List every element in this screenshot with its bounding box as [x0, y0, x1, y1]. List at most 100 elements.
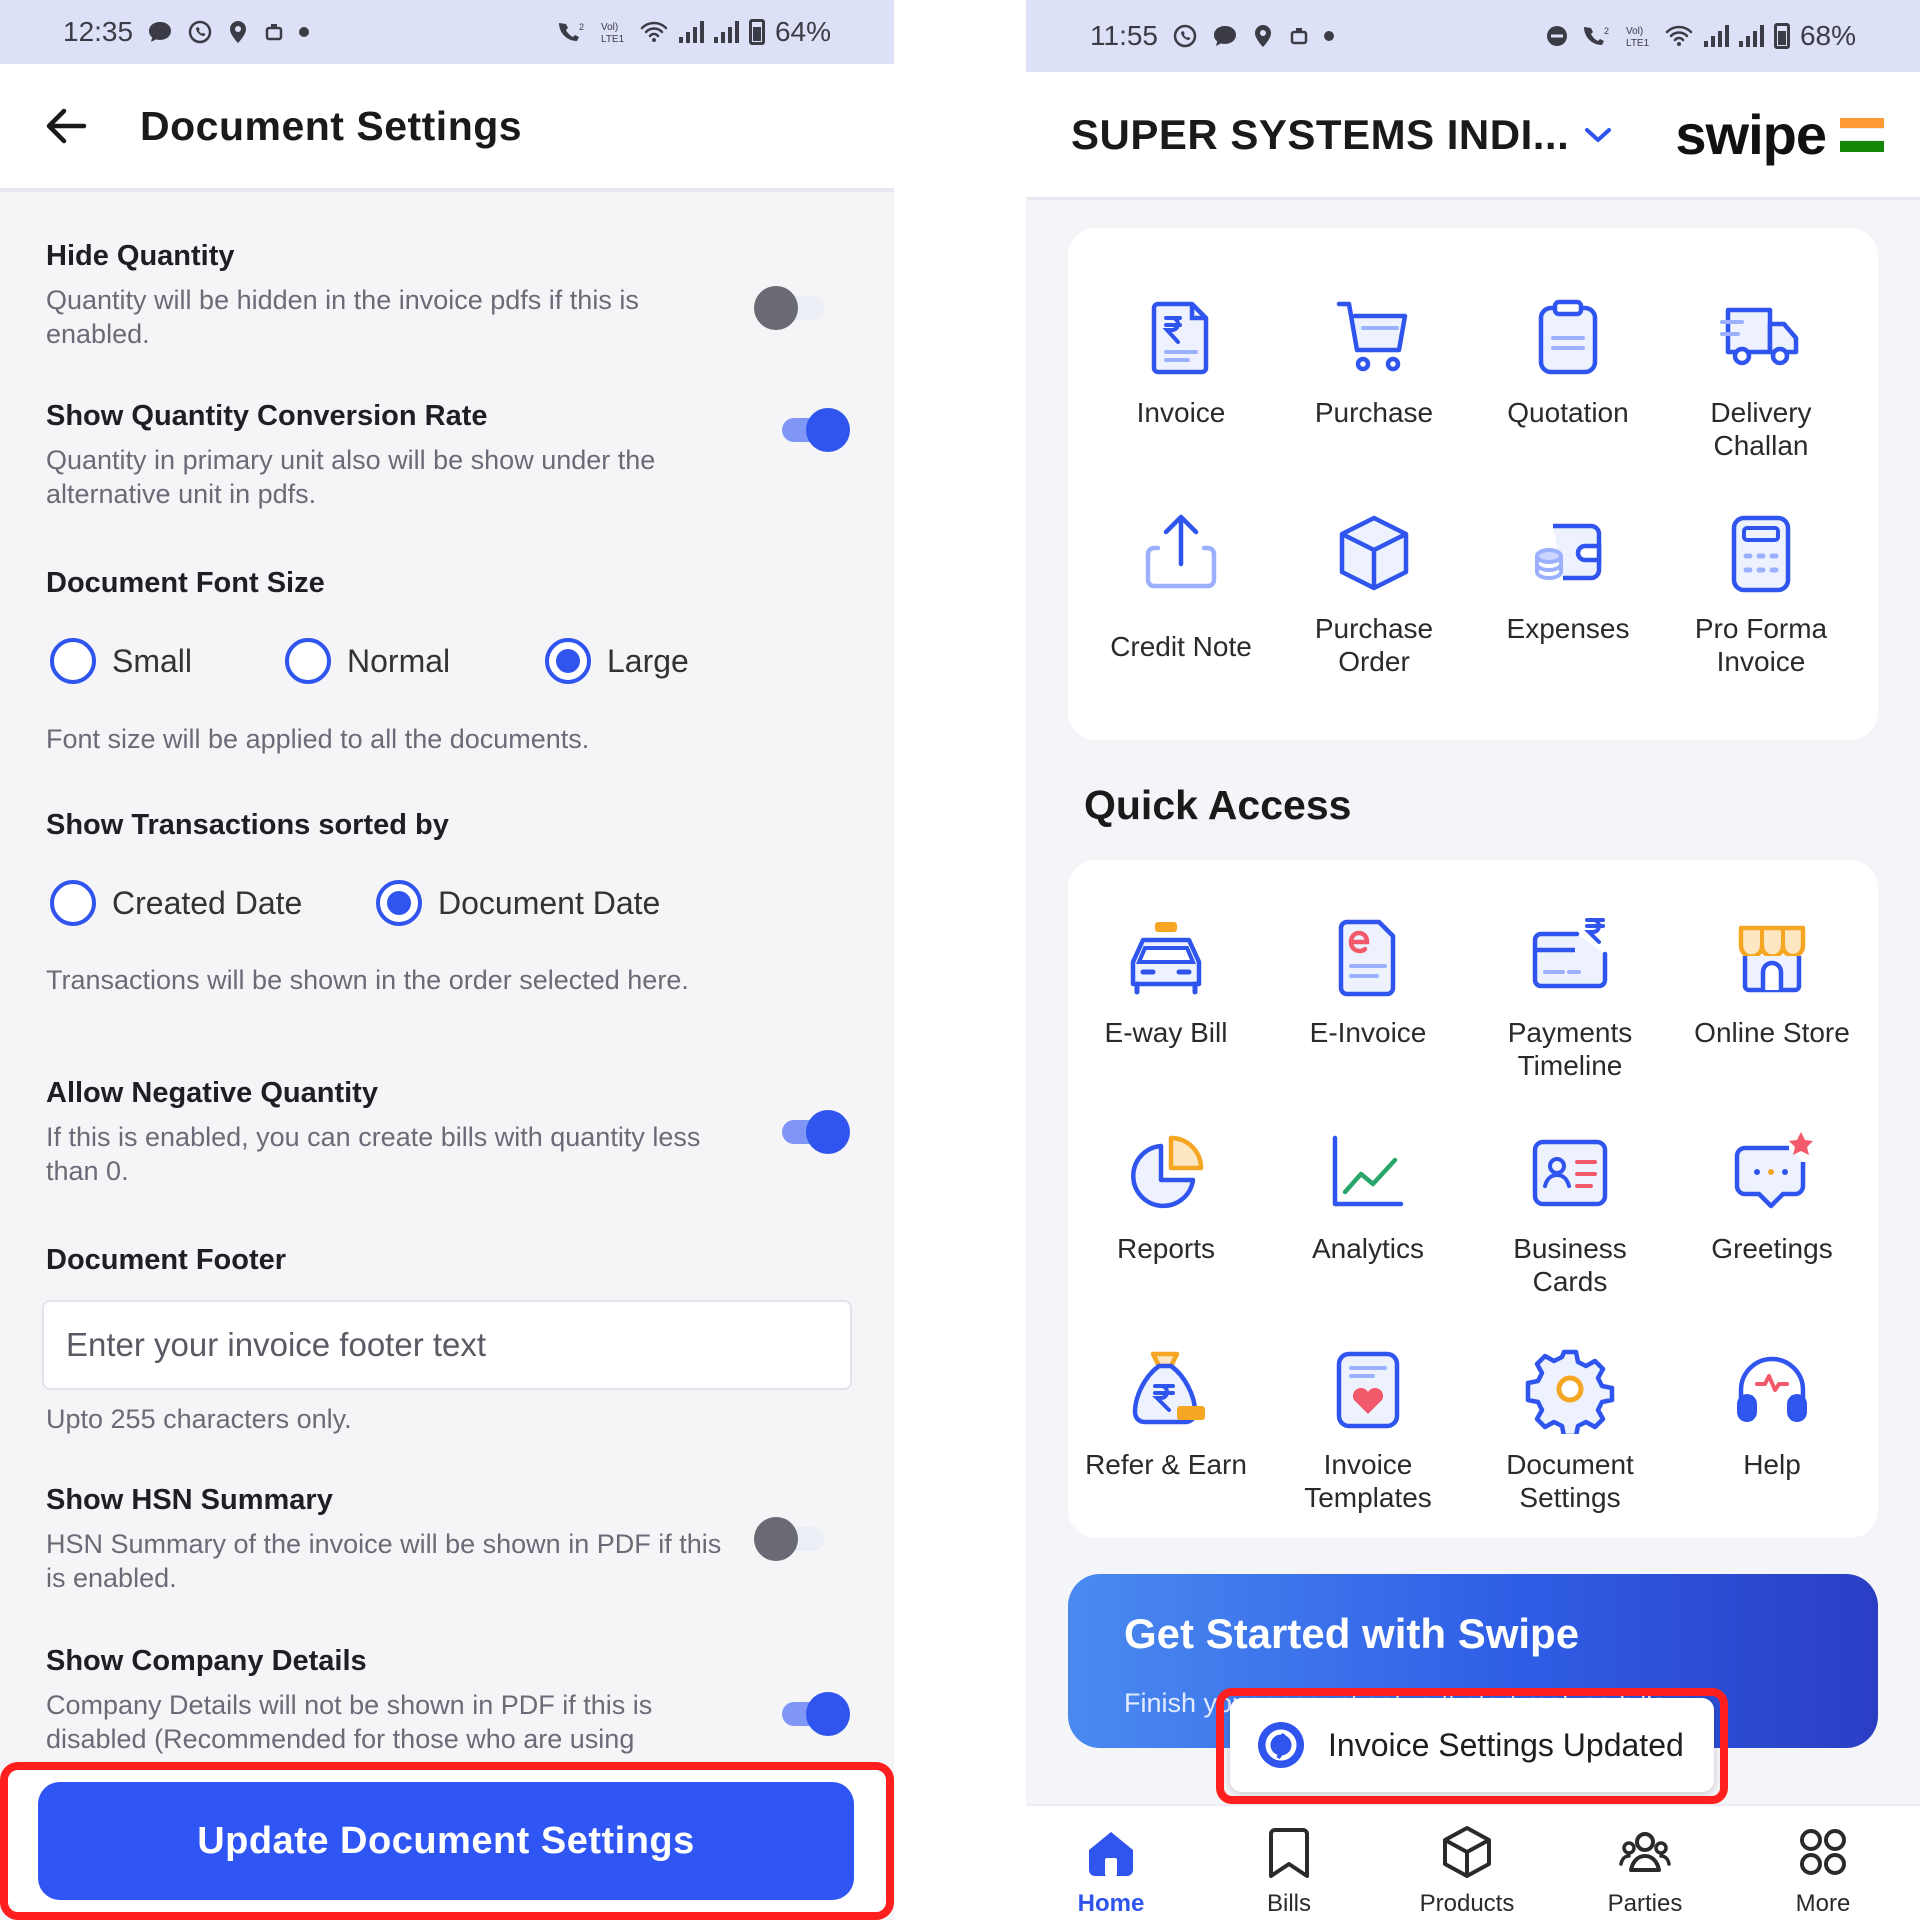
wallet-coins-icon: [1535, 523, 1602, 581]
notification-dot: [299, 27, 310, 37]
nav-home[interactable]: Home: [1031, 1824, 1191, 1918]
nav-more[interactable]: More: [1743, 1824, 1903, 1918]
qa-item-online-store[interactable]: Online Store: [1682, 912, 1862, 1049]
signal-icon-2: [713, 21, 739, 43]
doc-item-delivery-challan[interactable]: Delivery Challan: [1671, 292, 1851, 462]
setting-sort-by: Show Transactions sorted by: [46, 809, 736, 842]
doc-label: Purchase: [1314, 397, 1434, 428]
radio-button[interactable]: [376, 880, 422, 926]
radio-created-date[interactable]: Created Date: [50, 880, 376, 926]
doc-item-expenses[interactable]: Expenses: [1478, 508, 1658, 645]
doc-item-quotation[interactable]: Quotation: [1478, 292, 1658, 429]
radio-label: Small: [112, 642, 193, 679]
heart-doc-icon: [1336, 1351, 1400, 1429]
banner-title: Get Started with Swipe: [1124, 1610, 1580, 1657]
qa-item-analytics[interactable]: Analytics: [1278, 1128, 1458, 1265]
negative-quantity-toggle[interactable]: [776, 1110, 850, 1154]
company-name[interactable]: SUPER SYSTEMS INDI...: [1071, 111, 1569, 159]
wifi-icon: [1665, 25, 1693, 46]
chat-star-icon: [1734, 1132, 1813, 1209]
qa-item-payments-timeline[interactable]: Payments Timeline: [1480, 912, 1660, 1082]
hide-quantity-toggle[interactable]: [754, 286, 830, 330]
qa-item-eway-bill[interactable]: E-way Bill: [1076, 912, 1256, 1049]
volte-icon: Vol)LTE1: [1626, 26, 1650, 49]
pie-chart-icon: [1131, 1135, 1204, 1209]
car-icon: [1130, 922, 1202, 995]
doc-item-credit-note[interactable]: Credit Note: [1091, 508, 1271, 663]
nav-bills[interactable]: Bills: [1209, 1824, 1369, 1918]
footer-text-input[interactable]: [42, 1300, 852, 1390]
grid-icon: [1800, 1829, 1846, 1875]
radio-large[interactable]: Large: [545, 638, 689, 684]
qa-item-help[interactable]: Help: [1682, 1344, 1862, 1481]
india-flag-icon: [1840, 117, 1884, 152]
qa-item-business-cards[interactable]: Business Cards: [1480, 1128, 1660, 1298]
status-time: 11:55: [1090, 20, 1158, 51]
location-icon: [230, 21, 247, 43]
qa-label: Online Store: [1694, 1017, 1850, 1048]
gear-icon: [1525, 1349, 1615, 1434]
people-icon: [1619, 1832, 1671, 1872]
radio-button[interactable]: [50, 638, 96, 684]
nav-label: Products: [1419, 1890, 1515, 1917]
qa-item-e-invoice[interactable]: E-Invoice: [1278, 912, 1458, 1049]
doc-item-purchase[interactable]: Purchase: [1284, 292, 1464, 429]
brand-name: swipe: [1675, 103, 1827, 166]
radio-button[interactable]: [545, 638, 591, 684]
qa-label: Help: [1743, 1449, 1801, 1480]
svg-text:LTE1: LTE1: [601, 34, 625, 45]
payments-card-icon: [1532, 918, 1608, 989]
update-document-settings-button[interactable]: Update Document Settings: [38, 1782, 854, 1900]
whatsapp-icon: [188, 20, 212, 44]
radio-small[interactable]: Small: [50, 638, 285, 684]
radio-document-date[interactable]: Document Date: [376, 880, 660, 926]
calculator-icon: [1731, 515, 1791, 593]
qa-label: Invoice Templates: [1304, 1449, 1432, 1513]
app-bar: Document Settings: [0, 64, 894, 192]
nav-products[interactable]: Products: [1387, 1824, 1547, 1918]
nav-label: Home: [1077, 1890, 1145, 1917]
sort-by-hint: Transactions will be shown in the order …: [46, 965, 689, 995]
upload-icon: [1145, 514, 1217, 589]
hsn-summary-toggle[interactable]: [754, 1517, 830, 1561]
setting-hsn-summary: Show HSN Summary HSN Summary of the invo…: [46, 1484, 736, 1595]
setting-title: Document Font Size: [46, 567, 325, 599]
qa-item-invoice-templates[interactable]: Invoice Templates: [1278, 1344, 1458, 1514]
quotation-clipboard-icon: [1538, 299, 1598, 375]
battery-percent: 68%: [1799, 20, 1856, 51]
setting-desc: Quantity in primary unit also will be sh…: [46, 445, 656, 509]
doc-item-invoice[interactable]: Invoice: [1091, 292, 1271, 429]
status-bar: 12:35 2 Vol) LTE1 64%: [0, 0, 894, 64]
setting-hide-quantity: Hide Quantity Quantity will be hidden in…: [46, 240, 736, 351]
signal-icon-2: [1738, 25, 1764, 47]
conversion-rate-toggle[interactable]: [776, 408, 850, 452]
message-icon: [149, 22, 172, 42]
radio-normal[interactable]: Normal: [285, 638, 545, 684]
font-size-hint: Font size will be applied to all the doc…: [46, 724, 590, 754]
location-icon: [1255, 25, 1271, 47]
whatsapp-icon: [1173, 24, 1197, 48]
e-invoice-icon: [1338, 919, 1396, 997]
line-chart-icon: [1332, 1135, 1404, 1207]
qa-item-refer-earn[interactable]: Refer & Earn: [1076, 1344, 1256, 1481]
back-arrow-icon[interactable]: [36, 96, 96, 156]
doc-label: Credit Note: [1110, 631, 1252, 662]
qa-item-document-settings[interactable]: Document Settings: [1480, 1344, 1660, 1514]
doc-item-pro-forma-invoice[interactable]: Pro Forma Invoice: [1671, 508, 1851, 678]
radio-button[interactable]: [50, 880, 96, 926]
status-bar: 11:55 2 Vol) LTE1 68%: [1026, 0, 1920, 72]
notification-box-icon: [265, 24, 283, 41]
company-details-toggle[interactable]: [776, 1692, 850, 1736]
nav-parties[interactable]: Parties: [1565, 1824, 1725, 1918]
qa-label: E-way Bill: [1104, 1017, 1228, 1048]
chevron-down-icon[interactable]: [1583, 125, 1613, 145]
doc-label: Quotation: [1507, 397, 1629, 428]
setting-title: Hide Quantity: [46, 240, 235, 272]
setting-title: Show Company Details: [46, 1645, 367, 1677]
radio-button[interactable]: [285, 638, 331, 684]
setting-font-size: Document Font Size: [46, 567, 736, 600]
doc-item-purchase-order[interactable]: Purchase Order: [1284, 508, 1464, 678]
qa-item-reports[interactable]: Reports: [1076, 1128, 1256, 1265]
box-icon: [1339, 515, 1409, 591]
qa-item-greetings[interactable]: Greetings: [1682, 1128, 1862, 1265]
